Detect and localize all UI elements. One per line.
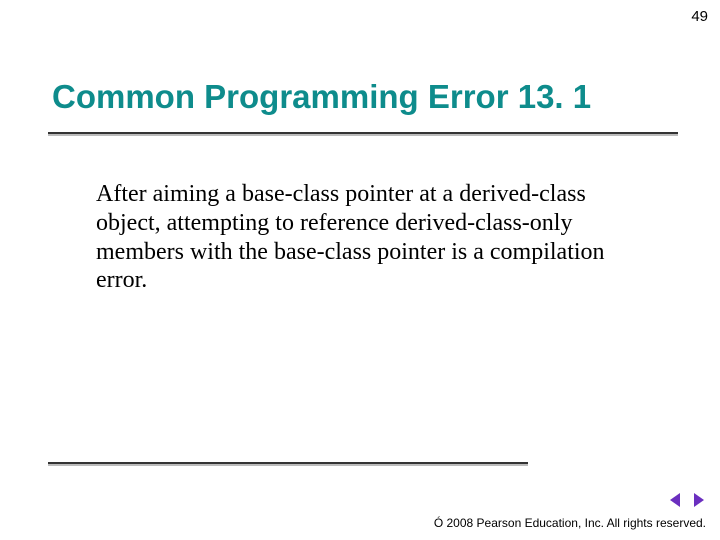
page-number: 49 bbox=[691, 8, 708, 25]
title-underline bbox=[48, 132, 678, 134]
copyright-footer: Ó 2008 Pearson Education, Inc. All right… bbox=[434, 516, 706, 530]
slide-nav bbox=[668, 492, 706, 508]
body-text: After aiming a base-class pointer at a d… bbox=[96, 180, 651, 295]
bottom-rule bbox=[48, 462, 528, 464]
slide-title: Common Programming Error 13. 1 bbox=[52, 78, 591, 116]
prev-slide-icon[interactable] bbox=[668, 492, 684, 508]
next-slide-icon[interactable] bbox=[690, 492, 706, 508]
